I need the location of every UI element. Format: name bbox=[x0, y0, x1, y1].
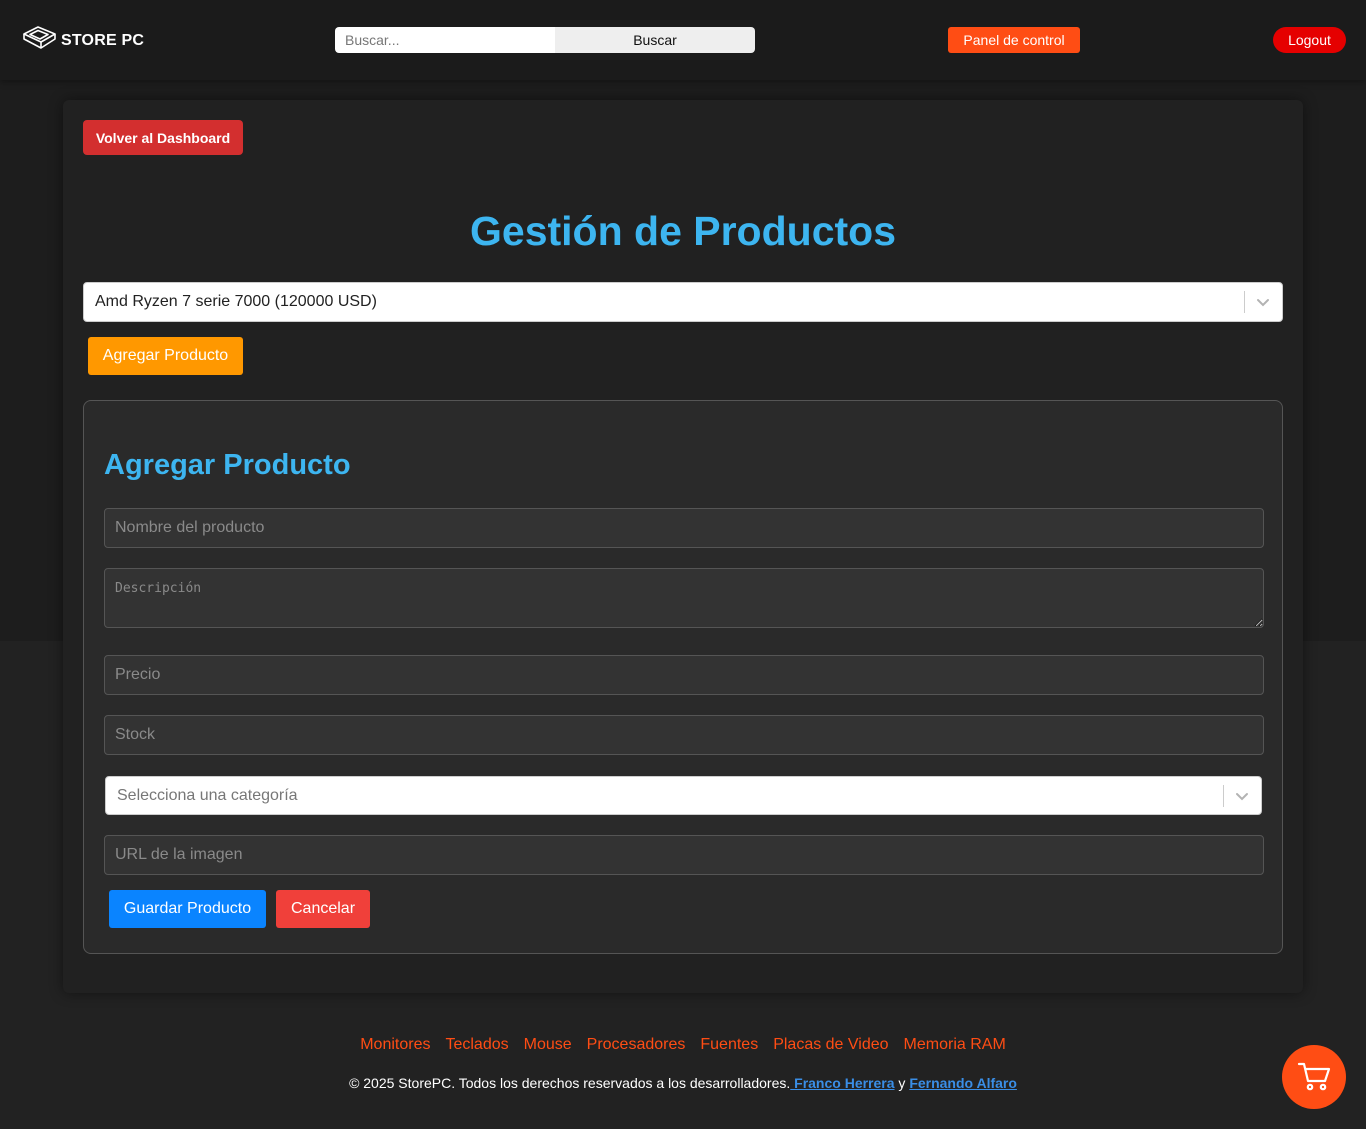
author-link-franco[interactable]: Franco Herrera bbox=[790, 1075, 894, 1091]
chevron-down-icon[interactable] bbox=[1255, 294, 1271, 310]
search-input[interactable] bbox=[335, 27, 555, 53]
footer-category-links: Monitores Teclados Mouse Procesadores Fu… bbox=[0, 1036, 1366, 1054]
product-select[interactable]: Amd Ryzen 7 serie 7000 (120000 USD) bbox=[83, 282, 1283, 322]
image-url-input[interactable] bbox=[104, 835, 1264, 875]
keyboard-key-icon bbox=[22, 25, 57, 56]
select-separator bbox=[1223, 785, 1224, 807]
product-name-input[interactable] bbox=[104, 508, 1264, 548]
description-textarea[interactable] bbox=[104, 568, 1264, 628]
save-product-button[interactable]: Guardar Producto bbox=[109, 890, 266, 928]
cancel-button[interactable]: Cancelar bbox=[276, 890, 370, 928]
chevron-down-icon[interactable] bbox=[1234, 788, 1250, 804]
footer-link-mouse[interactable]: Mouse bbox=[524, 1036, 572, 1054]
navbar: STORE PC Buscar Panel de control Logout bbox=[0, 0, 1366, 80]
footer-link-memoria-ram[interactable]: Memoria RAM bbox=[904, 1036, 1006, 1054]
price-input[interactable] bbox=[104, 655, 1264, 695]
brand-logo[interactable]: STORE PC bbox=[22, 25, 144, 56]
back-to-dashboard-button[interactable]: Volver al Dashboard bbox=[83, 120, 243, 155]
footer-link-monitores[interactable]: Monitores bbox=[360, 1036, 430, 1054]
category-select[interactable]: Selecciona una categoría bbox=[105, 776, 1262, 815]
logout-button[interactable]: Logout bbox=[1273, 27, 1346, 53]
add-product-button[interactable]: Agregar Producto bbox=[88, 337, 243, 375]
footer-link-teclados[interactable]: Teclados bbox=[445, 1036, 508, 1054]
search-button[interactable]: Buscar bbox=[555, 27, 755, 53]
category-select-placeholder: Selecciona una categoría bbox=[117, 787, 298, 804]
copyright: © 2025 StorePC. Todos los derechos reser… bbox=[0, 1075, 1366, 1091]
product-select-value: Amd Ryzen 7 serie 7000 (120000 USD) bbox=[95, 293, 377, 310]
add-product-form: Agregar Producto Selecciona una categorí… bbox=[83, 400, 1283, 954]
footer-link-placas-de-video[interactable]: Placas de Video bbox=[773, 1036, 888, 1054]
brand-name: STORE PC bbox=[61, 32, 145, 49]
stock-input[interactable] bbox=[104, 715, 1264, 755]
footer-link-procesadores[interactable]: Procesadores bbox=[587, 1036, 686, 1054]
select-separator bbox=[1244, 291, 1245, 313]
control-panel-button[interactable]: Panel de control bbox=[948, 27, 1080, 53]
form-title: Agregar Producto bbox=[104, 449, 351, 481]
authors-connector: y bbox=[894, 1075, 910, 1091]
product-management-card: Volver al Dashboard Gestión de Productos… bbox=[63, 100, 1303, 993]
copyright-text: © 2025 StorePC. Todos los derechos reser… bbox=[349, 1075, 791, 1091]
page-title: Gestión de Productos bbox=[470, 208, 896, 254]
footer-link-fuentes[interactable]: Fuentes bbox=[700, 1036, 758, 1054]
shopping-cart-icon bbox=[1297, 1060, 1331, 1095]
author-link-fernando[interactable]: Fernando Alfaro bbox=[909, 1075, 1017, 1091]
cart-button[interactable] bbox=[1282, 1045, 1346, 1109]
